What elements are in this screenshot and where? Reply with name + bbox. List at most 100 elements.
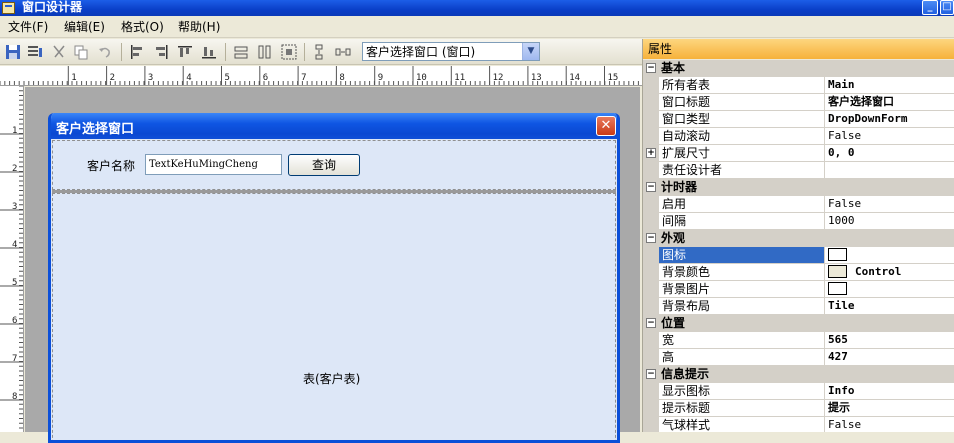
collapse-icon[interactable]: − (646, 369, 656, 379)
ruler-number: 7 (12, 354, 18, 364)
toolbar-separator (225, 43, 226, 61)
align-right-icon[interactable] (152, 43, 170, 61)
customer-table[interactable]: 表(客户表) (52, 193, 616, 440)
same-width-icon[interactable] (232, 43, 250, 61)
ruler-number: 1 (12, 126, 18, 136)
ruler-number: 2 (12, 164, 18, 174)
prop-row-auto-scroll[interactable]: 自动滚动 False (643, 128, 954, 145)
toolbar: 客户选择窗口 (窗口) ▼ (0, 39, 642, 65)
ruler-number: 2 (109, 73, 116, 83)
form-caption: 客户选择窗口 (56, 122, 135, 137)
collapse-icon[interactable]: − (646, 318, 656, 328)
menu-help[interactable]: 帮助(H) (178, 19, 220, 35)
ruler-number: 14 (569, 73, 581, 83)
prop-row-icon[interactable]: 图标 (643, 247, 954, 264)
menu-format[interactable]: 格式(O) (121, 19, 164, 35)
property-panel-title: 属性 (643, 39, 954, 59)
form-header-panel[interactable]: 客户名称 TextKeHuMingCheng 查询 (52, 140, 616, 190)
customer-name-label: 客户名称 (87, 159, 136, 173)
prop-row-interval[interactable]: 间隔 1000 (643, 213, 954, 230)
category-appearance[interactable]: − 外观 (643, 230, 954, 247)
prop-row-owner-table[interactable]: 所有者表 Main (643, 77, 954, 94)
color-swatch (828, 264, 847, 278)
customer-name-input[interactable]: TextKeHuMingCheng (145, 154, 282, 175)
ruler-number: 3 (12, 202, 18, 212)
title-bar: 窗口设计器 _ □ (0, 0, 954, 16)
vertical-ruler: 1 2 3 4 5 6 7 8 (0, 86, 24, 432)
toolbar-separator (121, 43, 122, 61)
vertical-spacing-icon[interactable] (310, 43, 328, 61)
undo-icon[interactable] (96, 43, 114, 61)
same-size-icon[interactable] (280, 43, 298, 61)
collapse-icon[interactable]: − (646, 233, 656, 243)
close-icon[interactable]: ✕ (596, 116, 616, 136)
category-position[interactable]: − 位置 (643, 315, 954, 332)
menu-bar: 文件(F) 编辑(E) 格式(O) 帮助(H) (0, 16, 954, 38)
ruler-number: 12 (492, 73, 504, 83)
ruler-number: 4 (12, 240, 18, 250)
prop-row-tip-title[interactable]: 提示标题 提示 (643, 400, 954, 417)
ruler-number: 4 (186, 73, 192, 83)
ruler-number: 11 (454, 73, 466, 83)
category-timer[interactable]: − 计时器 (643, 179, 954, 196)
align-top-icon[interactable] (176, 43, 194, 61)
ruler-number: 5 (224, 73, 230, 83)
copy-icon[interactable] (72, 43, 90, 61)
prop-row-show-icon[interactable]: 显示图标 Info (643, 383, 954, 400)
chevron-down-icon[interactable]: ▼ (522, 43, 539, 60)
prop-row-back-color[interactable]: 背景颜色 Control (643, 264, 954, 281)
maximize-button[interactable]: □ (940, 0, 954, 15)
prop-row-back-image[interactable]: 背景图片 (643, 281, 954, 298)
object-select-value: 客户选择窗口 (窗口) (366, 45, 476, 59)
ruler-number: 8 (339, 73, 345, 83)
save-icon[interactable] (4, 43, 22, 61)
prop-row-width[interactable]: 宽 565 (643, 332, 954, 349)
object-select[interactable]: 客户选择窗口 (窗口) ▼ (362, 42, 540, 61)
window-title: 窗口设计器 (22, 0, 83, 14)
menu-file[interactable]: 文件(F) (8, 19, 48, 35)
icon-swatch (828, 247, 847, 261)
ruler-number: 6 (12, 316, 18, 326)
collapse-icon[interactable]: − (646, 182, 656, 192)
ruler-number: 7 (301, 73, 307, 83)
align-bottom-icon[interactable] (200, 43, 218, 61)
prop-row-back-layout[interactable]: 背景布局 Tile (643, 298, 954, 315)
properties-icon[interactable] (26, 43, 44, 61)
category-tip[interactable]: − 信息提示 (643, 366, 954, 383)
horizontal-ruler: 1 2 3 4 5 6 7 8 9 10 11 12 13 14 15 (0, 66, 642, 86)
horizontal-spacing-icon[interactable] (334, 43, 352, 61)
property-panel: 属性 − 基本 所有者表 Main 窗口标题 客户选择窗口 窗口类型 DropD… (642, 39, 954, 432)
ruler-number: 9 (377, 73, 384, 83)
ruler-number: 6 (262, 73, 269, 83)
table-label: 表(客户表) (303, 372, 361, 386)
ruler-number: 5 (12, 278, 18, 288)
same-height-icon[interactable] (256, 43, 274, 61)
prop-row-window-type[interactable]: 窗口类型 DropDownForm (643, 111, 954, 128)
prop-row-balloon-style[interactable]: 气球样式 False (643, 417, 954, 432)
cut-icon[interactable] (50, 43, 68, 61)
collapse-icon[interactable]: − (646, 63, 656, 73)
minimize-button[interactable]: _ (922, 0, 938, 15)
toolbar-separator (304, 43, 305, 61)
expand-icon[interactable]: + (646, 148, 656, 158)
app-icon (2, 2, 15, 14)
query-button[interactable]: 查询 (288, 154, 360, 176)
ruler-number: 13 (530, 73, 542, 83)
category-basic[interactable]: − 基本 (643, 60, 954, 77)
ruler-number: 15 (607, 73, 619, 83)
form-window[interactable]: 客户选择窗口 ✕ 客户名称 TextKeHuMingCheng 查询 表(客户表… (48, 113, 620, 443)
form-caption-bar[interactable]: 客户选择窗口 ✕ (51, 113, 617, 139)
ruler-number: 10 (416, 73, 427, 83)
menu-edit[interactable]: 编辑(E) (64, 19, 105, 35)
align-left-icon[interactable] (128, 43, 146, 61)
image-swatch (828, 281, 847, 295)
ruler-number: 1 (71, 73, 77, 83)
prop-row-designer[interactable]: 责任设计者 (643, 162, 954, 179)
prop-row-extend-size[interactable]: + 扩展尺寸 0, 0 (643, 145, 954, 162)
ruler-number: 3 (147, 73, 154, 83)
prop-row-window-title[interactable]: 窗口标题 客户选择窗口 (643, 94, 954, 111)
ruler-number: 8 (12, 392, 18, 402)
prop-row-height[interactable]: 高 427 (643, 349, 954, 366)
design-canvas[interactable]: 客户选择窗口 ✕ 客户名称 TextKeHuMingCheng 查询 表(客户表… (25, 87, 640, 443)
prop-row-enabled[interactable]: 启用 False (643, 196, 954, 213)
